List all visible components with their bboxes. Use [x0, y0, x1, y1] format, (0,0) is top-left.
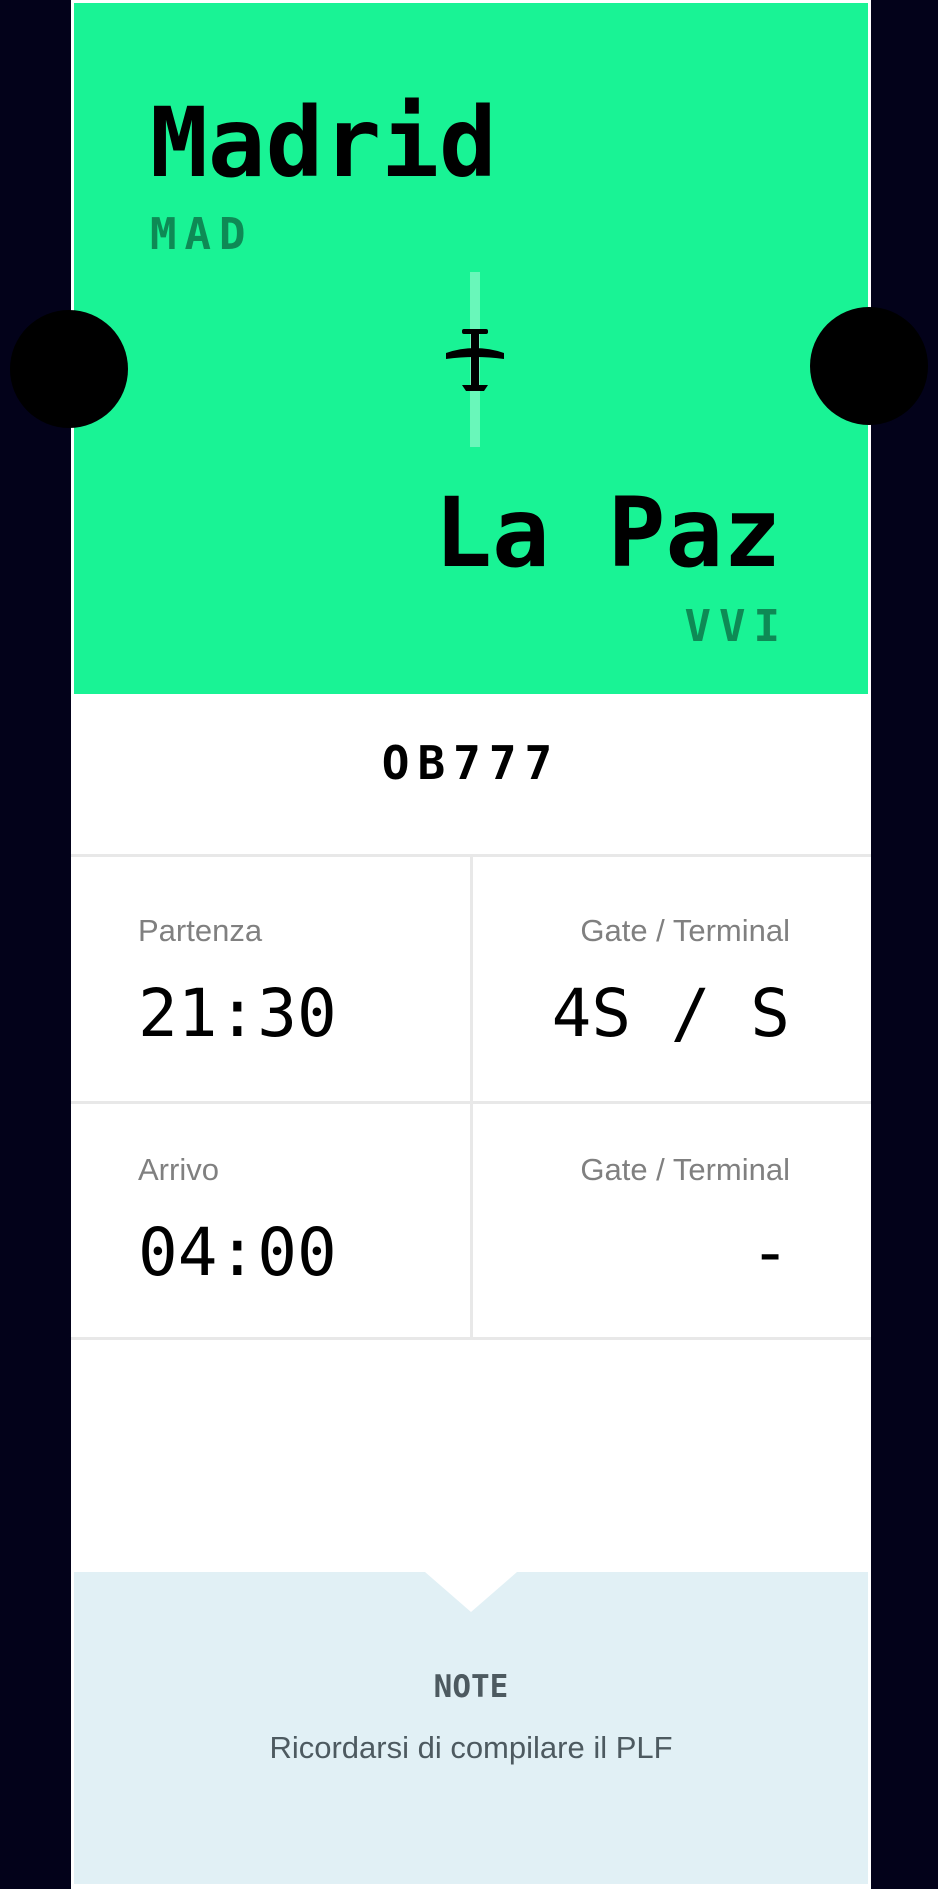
note-pointer	[425, 1572, 517, 1612]
note-text: Ricordarsi di compilare il PLF	[269, 1730, 673, 1765]
arrival-time: 04:00	[138, 1214, 337, 1291]
origin-city: Madrid	[150, 87, 497, 199]
arrival-gate-label: Gate / Terminal	[580, 1152, 790, 1187]
destination-code: VVI	[684, 601, 788, 652]
departure-label: Partenza	[138, 913, 263, 948]
ticket-notch-left	[10, 310, 128, 428]
departure-gate-label: Gate / Terminal	[580, 913, 790, 948]
column-divider	[470, 857, 473, 1340]
arrival-label: Arrivo	[138, 1152, 219, 1187]
flight-details-grid: Partenza 21:30 Gate / Terminal 4S / S Ar…	[71, 854, 871, 1343]
airplane-icon	[446, 329, 504, 391]
departure-gate-value: 4S / S	[551, 975, 790, 1052]
departure-time: 21:30	[138, 975, 337, 1052]
ticket-notch-right	[810, 307, 928, 425]
note-title: NOTE	[433, 1669, 509, 1705]
origin-code: MAD	[150, 209, 254, 260]
route-header: Madrid MAD La Paz VVI	[74, 3, 868, 694]
note-panel: NOTE Ricordarsi di compilare il PLF	[74, 1572, 868, 1884]
arrival-gate-value: -	[750, 1214, 790, 1291]
flight-number: OB777	[381, 736, 561, 790]
destination-city: La Paz	[434, 477, 781, 589]
